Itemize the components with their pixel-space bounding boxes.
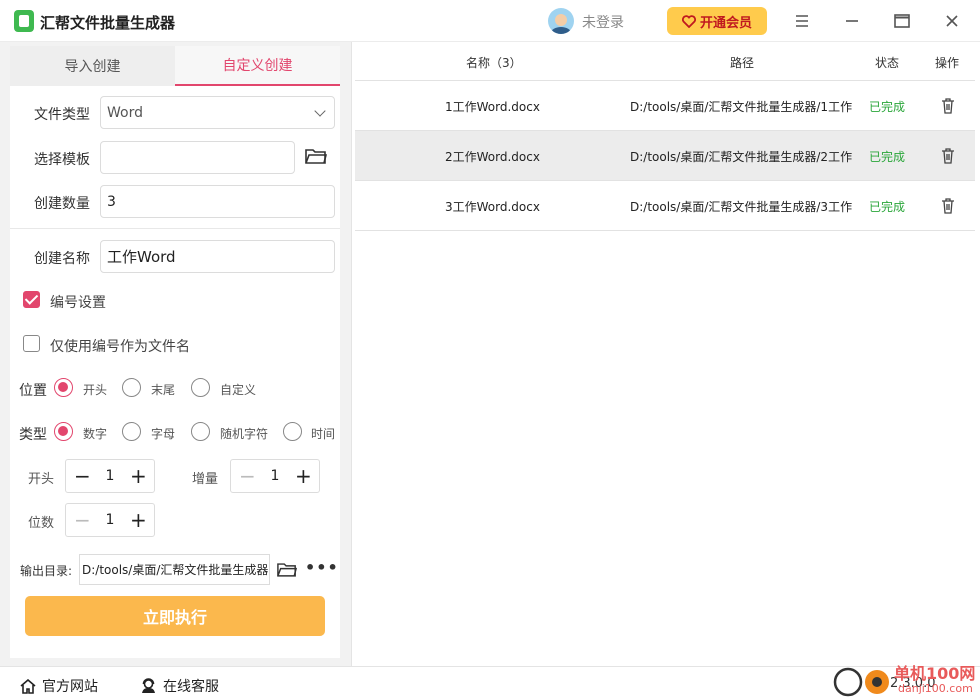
status-badge: 已完成 — [869, 150, 906, 164]
avatar-icon[interactable] — [548, 8, 574, 34]
minus-icon[interactable]: − — [74, 466, 91, 486]
position-label: 位置 — [19, 383, 47, 399]
file-type-value: Word — [107, 104, 143, 121]
support-icon — [142, 678, 155, 693]
template-input[interactable] — [100, 141, 295, 174]
table-header: 名称（3） 路径 状态 操作 — [355, 42, 975, 81]
trash-icon[interactable] — [941, 198, 955, 214]
status-badge: 已完成 — [869, 200, 906, 214]
folder-icon[interactable] — [305, 148, 327, 164]
digits-label: 位数 — [28, 516, 55, 531]
file-table: 名称（3） 路径 状态 操作 1工作Word.docx D:/tools/桌面/… — [355, 42, 975, 231]
minus-icon[interactable]: − — [239, 466, 256, 486]
table-row[interactable]: 1工作Word.docx D:/tools/桌面/汇帮文件批量生成器/1工作 已… — [355, 81, 975, 131]
heart-icon — [681, 14, 696, 28]
start-value: 1 — [105, 468, 115, 484]
app-title: 汇帮文件批量生成器 — [40, 14, 176, 32]
position-option-custom: 自定义 — [220, 383, 257, 397]
table-row[interactable]: 3工作Word.docx D:/tools/桌面/汇帮文件批量生成器/3工作 已… — [355, 181, 975, 231]
file-name: 3工作Word.docx — [445, 200, 540, 214]
login-link[interactable]: 未登录 — [582, 12, 624, 32]
tab-custom[interactable]: 自定义创建 — [175, 46, 340, 86]
type-option-time: 时间 — [311, 427, 336, 441]
divider — [10, 228, 340, 229]
title-bar: 汇帮文件批量生成器 未登录 开通会员 — [0, 0, 980, 42]
count-label: 创建数量 — [34, 196, 90, 212]
type-option-number: 数字 — [83, 427, 108, 441]
start-label: 开头 — [28, 472, 55, 487]
position-option-start: 开头 — [83, 383, 108, 397]
file-name: 2工作Word.docx — [445, 150, 540, 164]
header-action: 操作 — [935, 56, 960, 70]
support-label: 在线客服 — [163, 679, 219, 695]
numbering-label: 编号设置 — [50, 295, 106, 311]
type-radio-letter[interactable] — [122, 422, 141, 441]
tab-import[interactable]: 导入创建 — [10, 46, 175, 86]
home-icon — [20, 678, 36, 694]
output-label: 输出目录: — [20, 564, 73, 578]
folder-icon[interactable] — [277, 562, 297, 577]
position-radio-start[interactable] — [54, 378, 73, 397]
output-dir-input[interactable]: D:/tools/桌面/汇帮文件批量生成器 — [79, 554, 270, 585]
numbering-checkbox[interactable] — [23, 291, 40, 308]
watermark-domain: danji100.com — [898, 682, 973, 695]
file-path: D:/tools/桌面/汇帮文件批量生成器/3工作 — [630, 200, 853, 214]
name-label: 创建名称 — [34, 251, 90, 267]
type-radio-time[interactable] — [283, 422, 302, 441]
vip-button[interactable]: 开通会员 — [667, 7, 767, 35]
position-radio-end[interactable] — [122, 378, 141, 397]
menu-icon[interactable] — [788, 8, 816, 34]
type-option-letter: 字母 — [151, 427, 176, 441]
watermark-text: 单机100网 — [894, 664, 976, 683]
watermark: 单机100网 danji100.com — [832, 660, 980, 700]
type-radio-random[interactable] — [191, 422, 210, 441]
minimize-icon[interactable] — [838, 8, 866, 34]
template-label: 选择模板 — [34, 152, 90, 168]
increment-value: 1 — [270, 468, 280, 484]
only-number-checkbox[interactable] — [23, 335, 40, 352]
table-row[interactable]: 2工作Word.docx D:/tools/桌面/汇帮文件批量生成器/2工作 已… — [355, 131, 975, 181]
file-name: 1工作Word.docx — [445, 100, 540, 114]
app-logo-icon — [14, 10, 34, 32]
chevron-down-icon — [314, 105, 326, 117]
increment-stepper[interactable]: − 1 + — [230, 459, 320, 493]
more-icon[interactable]: ••• — [305, 558, 339, 577]
start-stepper[interactable]: − 1 + — [65, 459, 155, 493]
type-label: 类型 — [19, 427, 47, 443]
digits-stepper[interactable]: − 1 + — [65, 503, 155, 537]
position-option-end: 末尾 — [151, 383, 176, 397]
website-link[interactable]: 官方网站 — [20, 676, 98, 696]
status-badge: 已完成 — [869, 100, 906, 114]
file-type-label: 文件类型 — [34, 107, 90, 123]
header-path: 路径 — [730, 56, 755, 70]
position-radio-custom[interactable] — [191, 378, 210, 397]
maximize-icon[interactable] — [888, 8, 916, 34]
tab-bar: 导入创建 自定义创建 — [10, 46, 340, 86]
watermark-logo — [833, 667, 889, 697]
vip-label: 开通会员 — [699, 15, 752, 31]
trash-icon[interactable] — [941, 98, 955, 114]
file-type-select[interactable]: Word — [100, 96, 335, 129]
header-status: 状态 — [875, 56, 900, 70]
trash-icon[interactable] — [941, 148, 955, 164]
digits-value: 1 — [105, 512, 115, 528]
file-path: D:/tools/桌面/汇帮文件批量生成器/1工作 — [630, 100, 853, 114]
plus-icon[interactable]: + — [130, 466, 147, 486]
minus-icon[interactable]: − — [74, 510, 91, 530]
run-button[interactable]: 立即执行 — [25, 596, 325, 636]
type-radio-number[interactable] — [54, 422, 73, 441]
only-number-label: 仅使用编号作为文件名 — [50, 339, 190, 355]
close-icon[interactable] — [938, 8, 966, 34]
support-link[interactable]: 在线客服 — [140, 676, 219, 696]
plus-icon[interactable]: + — [130, 510, 147, 530]
increment-label: 增量 — [192, 472, 219, 487]
count-input[interactable]: 3 — [100, 185, 335, 218]
website-label: 官方网站 — [42, 679, 98, 695]
plus-icon[interactable]: + — [295, 466, 312, 486]
file-path: D:/tools/桌面/汇帮文件批量生成器/2工作 — [630, 150, 853, 164]
header-name: 名称（3） — [466, 56, 522, 70]
type-option-random: 随机字符 — [220, 427, 269, 441]
name-input[interactable]: 工作Word — [100, 240, 335, 273]
